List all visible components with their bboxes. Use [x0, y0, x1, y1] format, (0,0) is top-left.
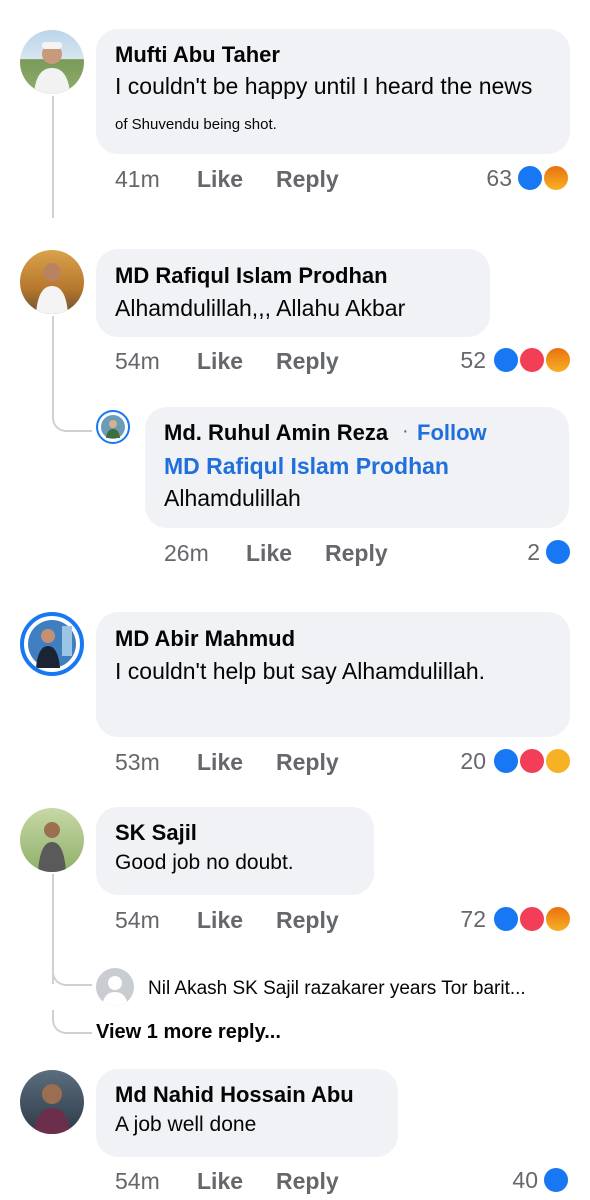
reply-time[interactable]: 26m [164, 540, 209, 567]
reply-button[interactable]: Reply [325, 540, 388, 567]
avatar[interactable] [20, 250, 84, 314]
reaction-count[interactable]: 40 [476, 1167, 538, 1194]
comment-text: Alhamdulillah,,, Allahu Akbar [115, 295, 406, 321]
love-reaction-icon [518, 905, 546, 933]
comment-time[interactable]: 54m [115, 907, 160, 934]
thread-line [52, 96, 54, 218]
reaction-count[interactable]: 20 [424, 748, 486, 775]
follow-button[interactable]: Follow [417, 420, 487, 446]
love-reaction-icon [518, 346, 546, 374]
person-silhouette-icon [102, 976, 128, 1006]
reply-text: Alhamdulillah [164, 485, 301, 511]
reaction-count[interactable]: 72 [424, 906, 486, 933]
reply-author[interactable]: Md. Ruhul Amin Reza [164, 420, 388, 446]
person-icon [36, 263, 68, 314]
angry-reaction-icon [544, 905, 572, 933]
like-button[interactable]: Like [197, 166, 243, 193]
separator-dot: · [402, 420, 409, 442]
avatar[interactable] [20, 30, 84, 94]
angry-reaction-icon [542, 164, 570, 192]
like-button[interactable]: Like [197, 1168, 243, 1195]
comment-text: Good job no doubt. [115, 851, 294, 874]
person-icon [34, 42, 70, 94]
avatar[interactable] [20, 808, 84, 872]
comment-time[interactable]: 54m [115, 348, 160, 375]
thread-connector [52, 968, 92, 986]
thread-line [52, 316, 54, 416]
mention-link[interactable]: MD Rafiqul Islam Prodhan [164, 453, 449, 480]
reaction-count[interactable]: 52 [424, 347, 486, 374]
comment-text: I couldn't help but say Alhamdulillah. [115, 658, 486, 684]
view-more-replies-link[interactable]: View 1 more reply... [96, 1021, 281, 1044]
reply-button[interactable]: Reply [276, 166, 339, 193]
default-avatar-icon[interactable] [96, 968, 134, 1006]
like-reaction-icon [516, 164, 544, 192]
comment-time[interactable]: 41m [115, 166, 160, 193]
comment-author[interactable]: Mufti Abu Taher [115, 42, 280, 68]
reply-button[interactable]: Reply [276, 907, 339, 934]
comment-time[interactable]: 53m [115, 749, 160, 776]
like-reaction-icon [542, 1166, 570, 1194]
person-icon [101, 415, 125, 439]
like-reaction-icon [544, 538, 572, 566]
like-reaction-icon [492, 747, 520, 775]
like-button[interactable]: Like [197, 749, 243, 776]
comment-author[interactable]: MD Rafiqul Islam Prodhan [115, 263, 388, 289]
reply-button[interactable]: Reply [276, 348, 339, 375]
like-button[interactable]: Like [197, 907, 243, 934]
person-icon [38, 822, 66, 872]
reply-button[interactable]: Reply [276, 749, 339, 776]
like-reaction-icon [492, 905, 520, 933]
reply-preview-text[interactable]: Nil Akash SK Sajil razakarer years Tor b… [148, 978, 526, 1000]
like-button[interactable]: Like [197, 348, 243, 375]
love-reaction-icon [518, 747, 546, 775]
comment-author[interactable]: SK Sajil [115, 820, 197, 846]
avatar[interactable] [96, 410, 130, 444]
person-icon [34, 1084, 70, 1134]
reply-button[interactable]: Reply [276, 1168, 339, 1195]
like-button[interactable]: Like [246, 540, 292, 567]
reaction-count[interactable]: 63 [450, 165, 512, 192]
comment-author[interactable]: MD Abir Mahmud [115, 626, 295, 652]
avatar[interactable] [20, 612, 84, 676]
like-reaction-icon [492, 346, 520, 374]
person-icon [28, 620, 76, 668]
comment-text: A job well done [115, 1113, 257, 1136]
angry-reaction-icon [544, 346, 572, 374]
comment-author[interactable]: Md Nahid Hossain Abu [115, 1082, 354, 1108]
comment-time[interactable]: 54m [115, 1168, 160, 1195]
thread-connector [52, 1010, 92, 1034]
thread-connector [52, 414, 92, 432]
comment-text: I couldn't be happy until I heard the ne… [115, 73, 533, 99]
haha-reaction-icon [544, 747, 572, 775]
comment-text-small: of Shuvendu being shot. [115, 116, 277, 133]
reaction-count[interactable]: 2 [478, 539, 540, 566]
avatar[interactable] [20, 1070, 84, 1134]
